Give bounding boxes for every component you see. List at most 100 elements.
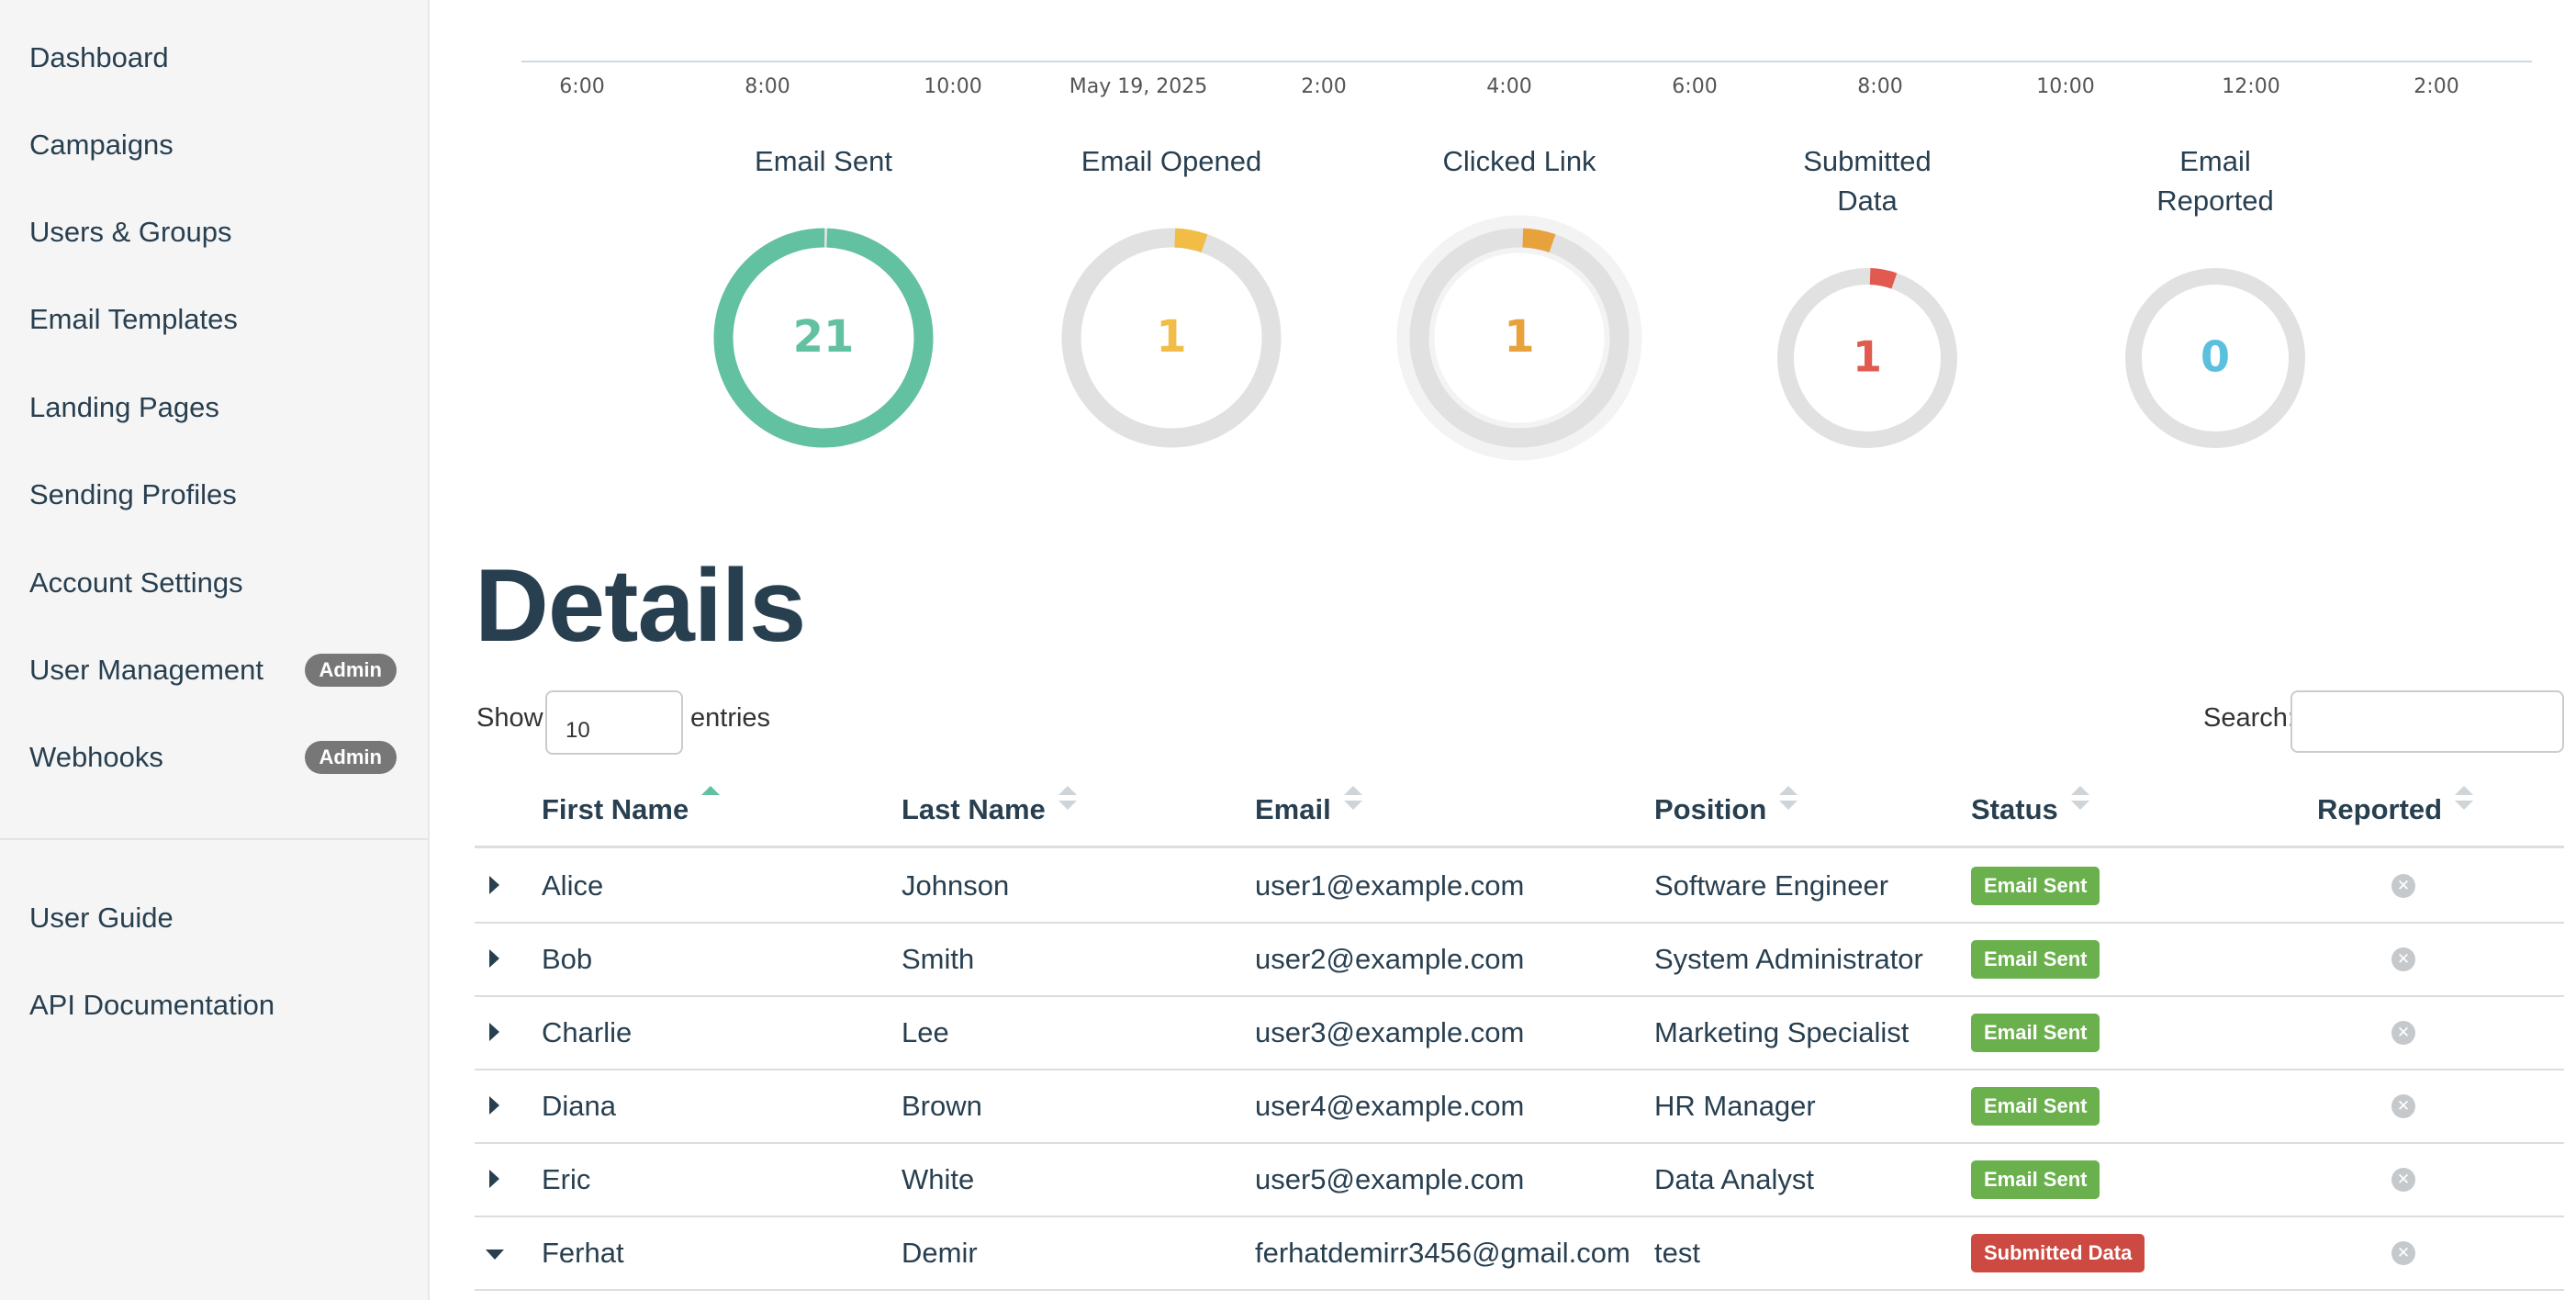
- sidebar-item-user-management[interactable]: User Management Admin: [29, 643, 397, 698]
- entries-label: entries: [690, 703, 771, 733]
- sort-icon: [1779, 786, 1798, 813]
- column-header-email[interactable]: Email: [1255, 786, 1362, 826]
- cell-position: test: [1654, 1237, 1700, 1269]
- table-row[interactable]: Eric White user5@example.com Data Analyst Em…: [475, 1144, 2564, 1217]
- admin-badge: Admin: [304, 741, 397, 774]
- cell-last-name: Johnson: [902, 869, 1010, 902]
- stat-value-email-sent: 21: [793, 311, 855, 363]
- column-header-last-name[interactable]: Last Name: [902, 786, 1077, 826]
- sidebar-item-label: Users & Groups: [29, 216, 232, 248]
- status-badge: Email Sent: [1971, 1087, 2100, 1126]
- sort-asc-icon: [701, 786, 721, 813]
- cell-first-name: Charlie: [542, 1016, 633, 1048]
- table-header: First Name Last Name Email Position Stat…: [475, 780, 2564, 848]
- not-reported-icon: ✕: [2391, 1021, 2415, 1045]
- sidebar-item-email-templates[interactable]: Email Templates: [29, 292, 397, 347]
- cell-first-name: Bob: [542, 943, 593, 975]
- stat-title-email-opened: Email Opened: [1081, 145, 1262, 177]
- sidebar-item-label: User Management: [29, 654, 264, 686]
- cell-status: Submitted Data: [1971, 1217, 2145, 1289]
- column-header-label: Status: [1971, 793, 2058, 825]
- cell-last-name: Smith: [902, 943, 975, 975]
- column-header-label: Position: [1654, 793, 1767, 825]
- stat-donut-email-sent[interactable]: 21: [695, 209, 952, 466]
- details-title: Details: [475, 548, 806, 663]
- stat-title-submitted-data: Submitted Data: [1803, 145, 1932, 217]
- cell-position: Marketing Specialist: [1654, 1016, 1910, 1048]
- sidebar-item-api-documentation[interactable]: API Documentation: [29, 978, 397, 1033]
- timeline-tick: 2:00: [2414, 75, 2459, 98]
- table-row[interactable]: Charlie Lee user3@example.com Marketing Spe…: [475, 997, 2564, 1070]
- timeline-tick: 12:00: [2222, 75, 2280, 98]
- cell-email: user5@example.com: [1255, 1163, 1525, 1195]
- cell-first-name: Alice: [542, 869, 604, 902]
- sidebar-item-user-guide[interactable]: User Guide: [29, 891, 397, 946]
- admin-badge: Admin: [304, 654, 397, 687]
- show-label: Show: [476, 703, 543, 733]
- timeline-tick: May 19, 2025: [1069, 75, 1208, 98]
- timeline-tick: 6:00: [559, 75, 605, 98]
- column-header-status[interactable]: Status: [1971, 786, 2089, 826]
- caret-right-icon[interactable]: [489, 1023, 499, 1041]
- sidebar-item-label: Account Settings: [29, 566, 243, 599]
- sidebar-item-label: Landing Pages: [29, 391, 219, 423]
- column-header-position[interactable]: Position: [1654, 786, 1798, 826]
- table-row[interactable]: Alice Johnson user1@example.com Software En…: [475, 850, 2564, 924]
- search-input[interactable]: [2290, 690, 2564, 753]
- cell-email: user2@example.com: [1255, 943, 1525, 975]
- table-row[interactable]: Ferhat Demir ferhatdemirr3456@gmail.com tes…: [475, 1217, 2564, 1291]
- stat-donut-email-reported[interactable]: 0: [2123, 266, 2307, 450]
- sort-icon: [2455, 786, 2474, 813]
- sidebar-item-webhooks[interactable]: Webhooks Admin: [29, 730, 397, 785]
- status-badge: Submitted Data: [1971, 1234, 2145, 1272]
- sidebar-item-users-groups[interactable]: Users & Groups: [29, 205, 397, 260]
- cell-position: System Administrator: [1654, 943, 1923, 975]
- caret-right-icon[interactable]: [489, 876, 499, 894]
- stat-donut-email-opened[interactable]: 1: [1043, 209, 1300, 466]
- cell-reported: ✕: [2391, 1144, 2415, 1216]
- status-badge: Email Sent: [1971, 1014, 2100, 1052]
- timeline-tick: 4:00: [1486, 75, 1532, 98]
- cell-position: Data Analyst: [1654, 1163, 1815, 1195]
- sidebar-divider: [0, 838, 428, 840]
- sort-icon: [2070, 786, 2089, 813]
- timeline-tick: 6:00: [1672, 75, 1718, 98]
- column-header-first-name[interactable]: First Name: [542, 786, 721, 826]
- sort-icon: [1343, 786, 1362, 813]
- sidebar-item-campaigns[interactable]: Campaigns: [29, 118, 397, 173]
- cell-last-name: Demir: [902, 1237, 978, 1269]
- stat-title-clicked-link: Clicked Link: [1442, 145, 1596, 177]
- table-row[interactable]: Bob Smith user2@example.com System Administ…: [475, 924, 2564, 997]
- sidebar-item-dashboard[interactable]: Dashboard: [29, 30, 397, 85]
- cell-first-name: Eric: [542, 1163, 591, 1195]
- entries-select[interactable]: 10: [545, 690, 683, 755]
- stat-title-email-sent: Email Sent: [755, 145, 892, 177]
- caret-right-icon[interactable]: [489, 1096, 499, 1115]
- column-header-reported[interactable]: Reported: [2317, 786, 2474, 826]
- cell-email: ferhatdemirr3456@gmail.com: [1255, 1237, 1630, 1269]
- cell-email: user3@example.com: [1255, 1016, 1525, 1048]
- sidebar-item-label: Dashboard: [29, 41, 169, 73]
- caret-down-icon[interactable]: [486, 1250, 504, 1260]
- cell-reported: ✕: [2391, 1070, 2415, 1142]
- cell-status: Email Sent: [1971, 850, 2100, 922]
- column-header-label: First Name: [542, 793, 689, 825]
- sidebar-item-label: User Guide: [29, 902, 174, 934]
- cell-first-name: Diana: [542, 1090, 616, 1122]
- sidebar-item-account-settings[interactable]: Account Settings: [29, 555, 397, 611]
- sidebar-item-sending-profiles[interactable]: Sending Profiles: [29, 467, 397, 522]
- status-badge: Email Sent: [1971, 867, 2100, 905]
- stat-donut-submitted-data[interactable]: 1: [1775, 266, 1959, 450]
- timeline-tick: 8:00: [1857, 75, 1903, 98]
- not-reported-icon: ✕: [2391, 1241, 2415, 1265]
- caret-right-icon[interactable]: [489, 1170, 499, 1188]
- cell-reported: ✕: [2391, 850, 2415, 922]
- column-header-label: Last Name: [902, 793, 1046, 825]
- sidebar-item-landing-pages[interactable]: Landing Pages: [29, 380, 397, 435]
- status-badge: Email Sent: [1971, 1160, 2100, 1199]
- caret-right-icon[interactable]: [489, 949, 499, 968]
- stat-donut-clicked-link[interactable]: 1: [1391, 209, 1648, 466]
- cell-first-name: Ferhat: [542, 1237, 624, 1269]
- table-row[interactable]: Diana Brown user4@example.com HR Manager Ema…: [475, 1070, 2564, 1144]
- sidebar-item-label: API Documentation: [29, 989, 275, 1021]
